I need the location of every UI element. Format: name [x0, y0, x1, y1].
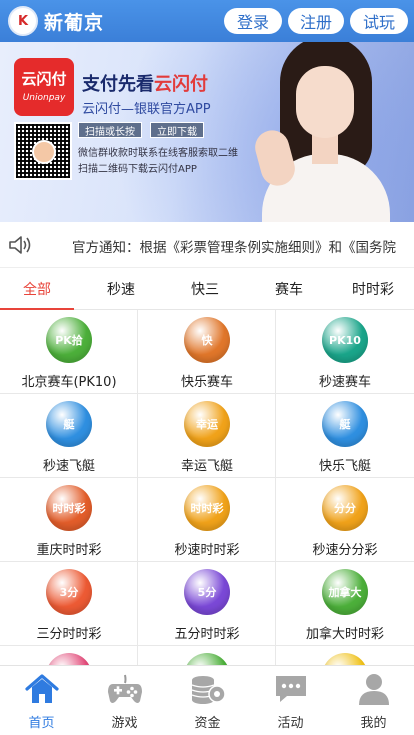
game-tile[interactable]: 快 快乐赛车: [138, 310, 276, 394]
game-tile[interactable]: 加拿大 加拿大时时彩: [276, 562, 414, 646]
banner-headline-highlight: 云闪付: [154, 74, 208, 95]
nav-activity-label: 活动: [277, 716, 304, 731]
nav-profile[interactable]: 我的: [332, 666, 414, 735]
game-tile[interactable]: 时时彩 重庆时时彩: [0, 478, 138, 562]
game-name: 重庆时时彩: [36, 543, 102, 558]
nav-games[interactable]: 游戏: [83, 666, 166, 735]
tab-racing[interactable]: 赛车: [252, 268, 326, 310]
notice-text: 官方通知：根据《彩票管理条例实施细则》和《国务院: [72, 240, 396, 256]
app-root: K 新葡京 登录 注册 试玩 云闪付 Unionpay 支付先看云闪付 云闪付—…: [0, 0, 414, 735]
game-tile[interactable]: PK拾 北京赛车(PK10): [0, 310, 138, 394]
game-name: 五分时时彩: [174, 627, 240, 642]
category-tabs: 全部 秒速 快三 赛车 时时彩: [0, 268, 414, 310]
nav-activity[interactable]: 活动: [249, 666, 332, 735]
bottom-nav: 首页 游戏 资金 活动 我的: [0, 665, 414, 735]
coins-icon: [191, 676, 226, 704]
game-tile[interactable]: 艇 秒速飞艇: [0, 394, 138, 478]
game-tile[interactable]: PK10 秒速赛车: [276, 310, 414, 394]
game-icon: 幸运: [184, 401, 230, 447]
tab-seconds[interactable]: 秒速: [84, 268, 158, 310]
unionpay-en-text: Unionpay: [22, 93, 66, 103]
game-name: 加拿大时时彩: [305, 627, 384, 642]
nav-profile-label: 我的: [360, 716, 387, 731]
banner-pill-download: 立即下载: [150, 122, 204, 138]
trial-button[interactable]: 试玩: [350, 8, 408, 34]
game-tile[interactable]: 分分 秒速分分彩: [276, 478, 414, 562]
game-name: 秒速飞艇: [42, 459, 95, 474]
game-icon: 时时彩: [184, 485, 230, 531]
game-icon: 艇: [322, 401, 368, 447]
tab-all[interactable]: 全部: [0, 268, 74, 310]
game-icon: PK拾: [46, 317, 92, 363]
game-name: 秒速赛车: [318, 375, 371, 390]
game-icon: 加拿大: [322, 569, 368, 615]
banner-headline: 支付先看云闪付: [82, 70, 208, 96]
promo-banner[interactable]: 云闪付 Unionpay 支付先看云闪付 云闪付—银联官方APP 扫描或长按 立…: [0, 42, 414, 222]
notice-bar[interactable]: 官方通知：根据《彩票管理条例实施细则》和《国务院: [0, 222, 414, 268]
game-icon: 快: [184, 317, 230, 363]
game-name: 快乐赛车: [180, 375, 233, 390]
game-name: 三分时时彩: [36, 627, 102, 642]
speaker-icon: [9, 236, 31, 254]
game-tile[interactable]: 时时彩 秒速时时彩: [138, 478, 276, 562]
game-name: 秒速时时彩: [174, 543, 240, 558]
home-icon: [25, 674, 59, 703]
game-icon: 艇: [46, 401, 92, 447]
register-button[interactable]: 注册: [288, 8, 344, 34]
chat-icon: [276, 676, 306, 702]
login-button[interactable]: 登录: [224, 8, 282, 34]
nav-funds[interactable]: 资金: [166, 666, 249, 735]
banner-subline: 云闪付—银联官方APP: [82, 102, 211, 117]
game-tile[interactable]: 幸运 幸运飞艇: [138, 394, 276, 478]
game-grid: PK拾 北京赛车(PK10) 快 快乐赛车 PK10 秒速赛车 艇 秒速飞艇 幸…: [0, 310, 414, 670]
game-tile[interactable]: 3分 三分时时彩: [0, 562, 138, 646]
game-name: 快乐飞艇: [318, 459, 371, 474]
banner-small-line-1: 微信群收款时联系在线客服索取二维: [78, 148, 238, 159]
logo-icon: K: [8, 6, 38, 36]
game-tile[interactable]: 5分 五分时时彩: [138, 562, 276, 646]
nav-home-label: 首页: [28, 716, 55, 731]
nav-home[interactable]: 首页: [0, 666, 83, 735]
qr-avatar: [32, 140, 56, 164]
nav-games-label: 游戏: [111, 716, 138, 731]
gamepad-icon: [108, 674, 142, 703]
nav-funds-label: 资金: [194, 716, 221, 731]
game-icon: 3分: [46, 569, 92, 615]
tab-ssc[interactable]: 时时彩: [336, 268, 410, 310]
app-title: 新葡京: [44, 11, 105, 34]
top-header: K 新葡京 登录 注册 试玩: [0, 0, 414, 42]
banner-headline-prefix: 支付先看: [82, 74, 154, 95]
banner-small-line-2: 扫描二维码下载云闪付APP: [78, 164, 197, 175]
game-name: 秒速分分彩: [312, 543, 378, 558]
game-name: 幸运飞艇: [180, 459, 233, 474]
tab-k3[interactable]: 快三: [168, 268, 242, 310]
unionpay-logo: 云闪付 Unionpay: [14, 58, 74, 116]
unionpay-cn-text: 云闪付: [21, 70, 67, 88]
banner-pill-scan: 扫描或长按: [78, 122, 142, 138]
game-name: 北京赛车(PK10): [21, 375, 117, 390]
banner-model-image: [244, 42, 404, 222]
game-icon: 分分: [322, 485, 368, 531]
game-icon: 5分: [184, 569, 230, 615]
game-icon: 时时彩: [46, 485, 92, 531]
game-icon: PK10: [322, 317, 368, 363]
app-logo[interactable]: K 新葡京: [8, 6, 104, 36]
user-icon: [359, 674, 389, 705]
game-tile[interactable]: 艇 快乐飞艇: [276, 394, 414, 478]
